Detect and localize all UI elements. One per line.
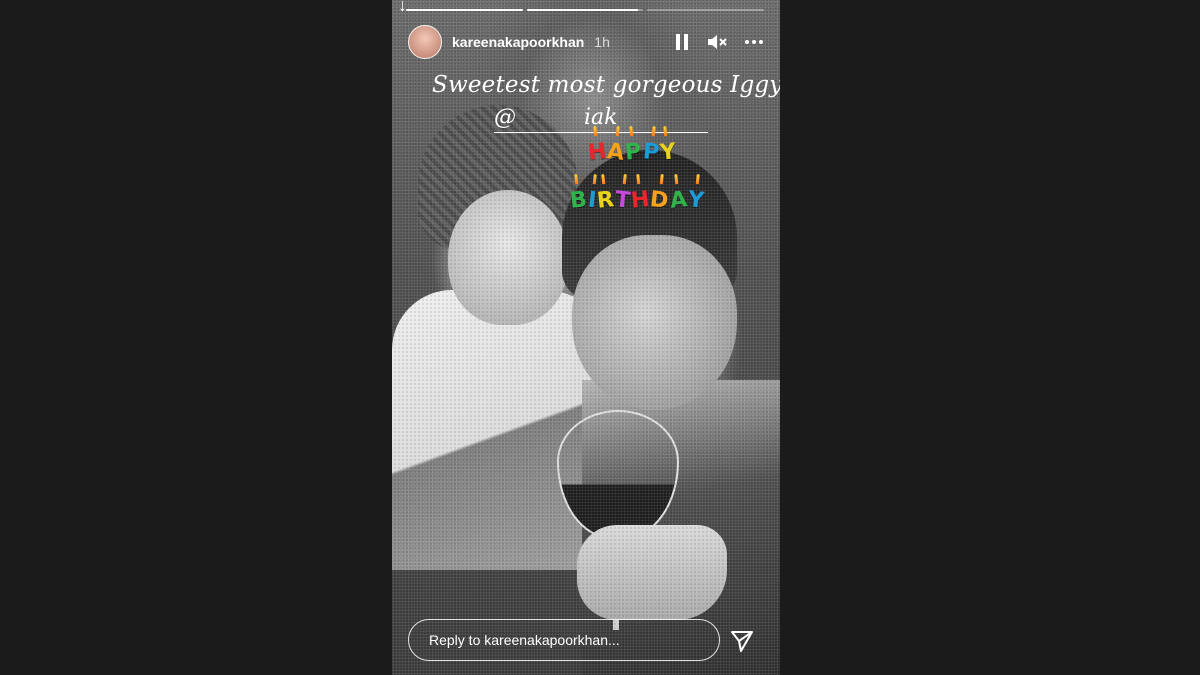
sticker-letter: A [606,139,626,166]
avatar[interactable] [408,25,442,59]
sticker-letter: T [613,187,632,214]
happy-birthday-sticker-birthday: BIRTHDAY [568,187,705,214]
story-controls [672,32,764,52]
photo-grain [392,0,780,675]
story-photo [392,0,780,675]
sticker-letter: D [649,187,670,214]
sticker-letter: P [641,139,660,166]
happy-birthday-sticker-happy: HAPPY [586,139,677,166]
more-icon[interactable] [744,32,764,52]
post-time: 1h [594,34,610,50]
sticker-letter: Y [658,139,677,166]
reply-placeholder: Reply to kareenakapoorkhan... [429,632,620,648]
progress-fill [526,9,638,11]
caption-text: Sweetest most gorgeous Iggy [432,72,780,98]
story-header: kareenakapoorkhan 1h [408,25,764,59]
progress-segment [526,9,644,11]
username[interactable]: kareenakapoorkhan [452,34,584,50]
mention-at: @ [494,105,516,130]
story-caption: Sweetest most gorgeous Iggy❤ [432,72,780,98]
muted-speaker-icon[interactable] [708,32,728,52]
progress-fill [406,9,523,11]
sticker-letter: P [624,139,643,166]
progress-segment [406,9,523,11]
sticker-letter: H [586,139,608,166]
mention-tail: iak [584,105,618,130]
pause-icon[interactable] [672,32,692,52]
reply-input[interactable]: Reply to kareenakapoorkhan... [408,619,720,661]
send-icon[interactable] [729,628,755,654]
sticker-letter: B [568,187,589,214]
sticker-letter: R [595,187,616,214]
cursor-arrow-icon: ↓ [398,0,407,15]
mention-tag[interactable]: @ iak [494,104,708,133]
instagram-story-viewer[interactable]: ↓ kareenakapoorkhan 1h Sweetest most gor… [392,0,780,675]
sticker-letter: Y [686,187,705,214]
progress-segment [647,9,765,11]
sticker-letter: H [629,187,651,214]
sticker-letter: A [668,187,688,214]
story-progress-bar [406,9,765,11]
